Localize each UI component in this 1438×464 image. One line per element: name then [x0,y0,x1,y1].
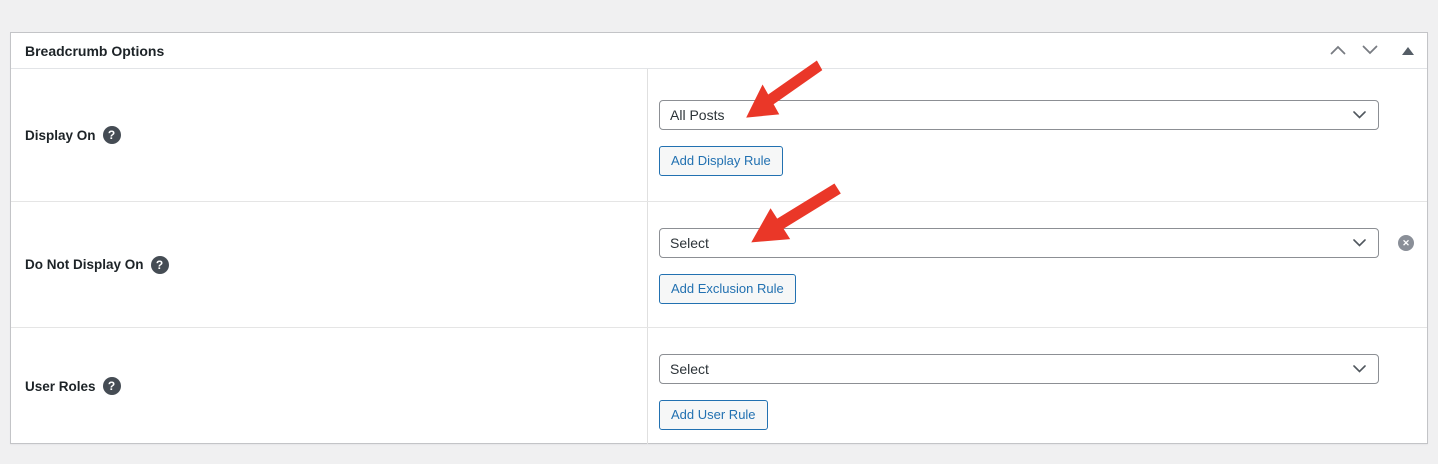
breadcrumb-options-panel: Breadcrumb Options [10,32,1428,444]
chevron-up-icon [1330,43,1346,58]
label-cell: Display On ? [11,69,648,201]
dismiss-icon[interactable]: ✕ [1398,235,1414,251]
content-cell: Select Add Exclusion Rule ✕ [648,202,1427,327]
panel-handle-actions [1325,38,1415,64]
row-do-not-display-on: Do Not Display On ? Select Add Exclusion… [11,201,1427,327]
add-display-rule-button[interactable]: Add Display Rule [659,146,783,176]
select-value: All Posts [670,107,724,123]
add-exclusion-rule-button[interactable]: Add Exclusion Rule [659,274,796,304]
help-icon[interactable]: ? [103,377,121,395]
page: Breadcrumb Options [0,0,1438,464]
triangle-up-icon [1402,47,1414,55]
user-roles-select[interactable]: Select [659,354,1379,384]
display-on-label: Display On [25,128,96,143]
help-icon[interactable]: ? [151,256,169,274]
select-value: Select [670,361,709,377]
panel-header: Breadcrumb Options [11,33,1427,69]
chevron-down-icon [1353,239,1366,247]
chevron-down-icon [1353,111,1366,119]
do-not-display-on-label: Do Not Display On [25,257,144,272]
select-value: Select [670,235,709,251]
label-cell: User Roles ? [11,328,648,444]
panel-title: Breadcrumb Options [25,44,164,58]
chevron-down-icon [1353,365,1366,373]
move-down-button[interactable] [1357,38,1383,64]
display-on-select[interactable]: All Posts [659,100,1379,130]
add-user-rule-button[interactable]: Add User Rule [659,400,768,430]
do-not-display-on-select[interactable]: Select [659,228,1379,258]
label-cell: Do Not Display On ? [11,202,648,327]
field-label: User Roles ? [25,377,121,395]
move-up-button[interactable] [1325,38,1351,64]
chevron-down-icon [1362,43,1378,58]
help-icon[interactable]: ? [103,126,121,144]
user-roles-label: User Roles [25,379,96,394]
toggle-panel-button[interactable] [1389,38,1415,64]
field-label: Display On ? [25,126,121,144]
row-user-roles: User Roles ? Select Add User Rule [11,327,1427,444]
row-display-on: Display On ? All Posts Add Display Rule [11,69,1427,201]
content-cell: All Posts Add Display Rule [648,69,1427,201]
field-label: Do Not Display On ? [25,256,169,274]
content-cell: Select Add User Rule [648,328,1427,444]
